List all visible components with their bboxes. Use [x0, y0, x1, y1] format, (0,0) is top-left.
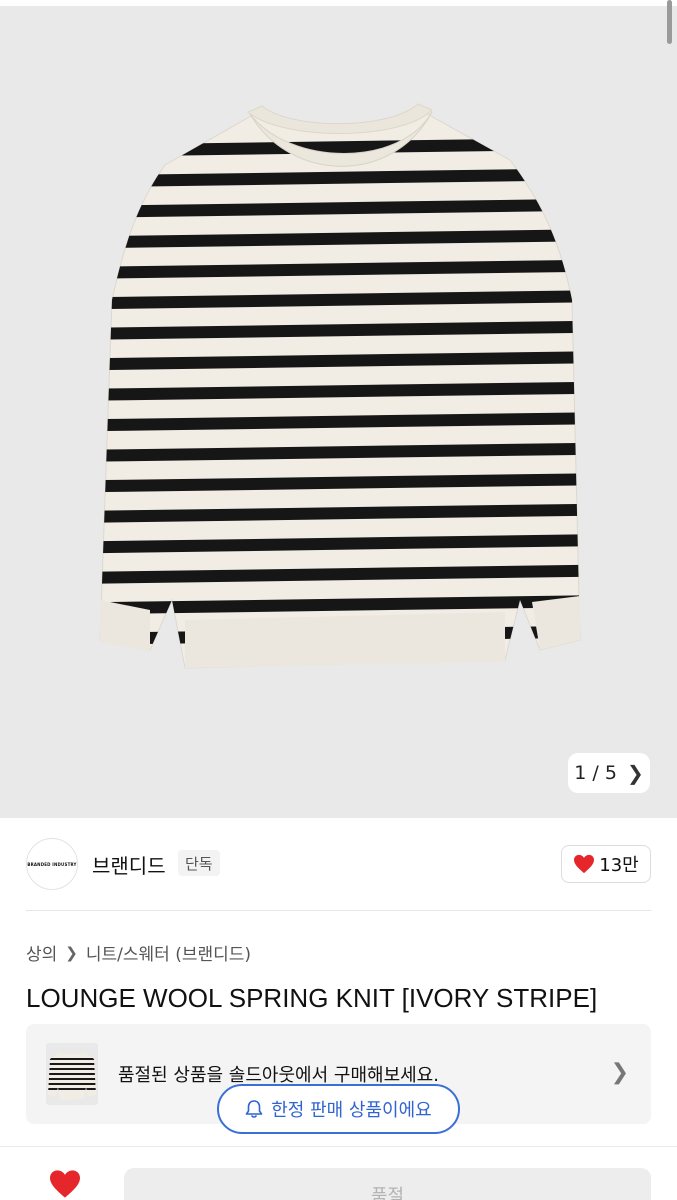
bottom-action-bar: 품절 [0, 1146, 677, 1200]
limited-sale-badge[interactable]: 한정 판매 상품이에요 [217, 1084, 460, 1134]
exclusive-badge: 단독 [178, 850, 220, 876]
brand-logo[interactable]: BRANDED INDUSTRY [26, 838, 78, 890]
chevron-right-icon: ❯ [610, 1060, 629, 1085]
bell-icon [245, 1100, 263, 1118]
product-title: LOUNGE WOOL SPRING KNIT [IVORY STRIPE] [26, 983, 598, 1013]
chevron-right-icon: ❯ [65, 943, 78, 962]
like-count: 13만 [599, 855, 639, 876]
chevron-right-icon[interactable]: ❯ [627, 761, 644, 785]
image-counter-current: 1 [574, 762, 587, 784]
soldout-button[interactable]: 품절 [124, 1168, 651, 1200]
like-button[interactable]: 13만 [561, 845, 651, 883]
image-counter-total: 5 [604, 762, 617, 784]
wishlist-button[interactable] [48, 1169, 82, 1200]
breadcrumb: 상의 ❯ 니트/스웨터 (브랜디드) [26, 940, 251, 966]
limited-sale-text: 한정 판매 상품이에요 [271, 1100, 432, 1121]
brand-name[interactable]: 브랜디드 [92, 850, 166, 879]
divider [26, 910, 651, 911]
heart-icon [574, 854, 595, 874]
breadcrumb-item-subcategory[interactable]: 니트/스웨터 (브랜디드) [86, 940, 251, 965]
heart-icon [50, 1170, 80, 1198]
breadcrumb-item-category[interactable]: 상의 [26, 940, 57, 965]
brand-row: BRANDED INDUSTRY 브랜디드 단독 13만 [0, 818, 677, 910]
product-image [99, 103, 581, 669]
image-counter-separator: / [592, 762, 599, 784]
brand-logo-text: BRANDED INDUSTRY [27, 861, 77, 867]
soldout-button-label: 품절 [370, 1186, 405, 1200]
image-counter[interactable]: 1 / 5 ❯ [568, 753, 650, 793]
product-image-gallery[interactable]: 1 / 5 ❯ [0, 0, 677, 818]
soldout-thumbnail [46, 1043, 98, 1105]
